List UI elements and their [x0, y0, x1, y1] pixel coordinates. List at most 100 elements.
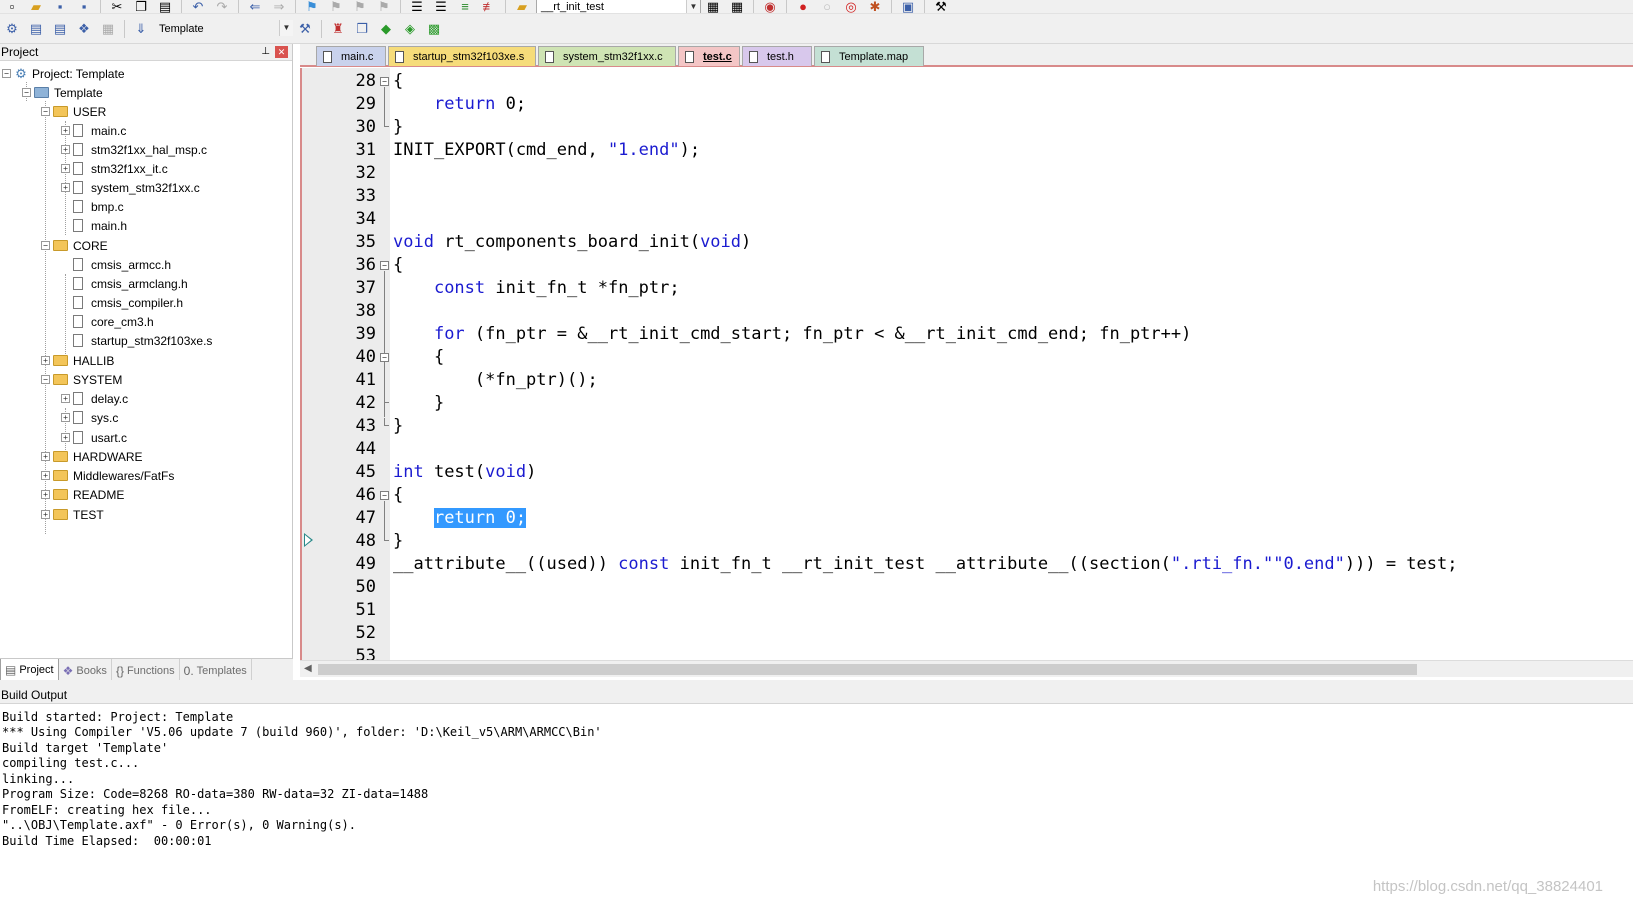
- tab-system-stm32[interactable]: system_stm32f1xx.c: [538, 46, 676, 66]
- bookmark-icon[interactable]: ⚑: [302, 0, 322, 13]
- tree-group-hallib[interactable]: + HALLIB: [41, 351, 114, 370]
- tree-file[interactable]: + delay.c: [61, 389, 128, 408]
- tab-test-h[interactable]: test.h: [742, 46, 812, 66]
- tree-group-system[interactable]: − SYSTEM: [41, 370, 122, 389]
- chevron-down-icon[interactable]: ▼: [686, 0, 700, 13]
- tree-group-core[interactable]: − CORE: [41, 236, 108, 255]
- code-editor[interactable]: 28 29 30 31 32 33 34 35 36 37 38 39 40 4…: [300, 68, 1633, 660]
- tab-books[interactable]: ❖ Books: [59, 659, 112, 682]
- comment-icon[interactable]: ≡: [455, 0, 475, 13]
- tree-file[interactable]: cmsis_armclang.h: [73, 274, 188, 293]
- build-icon[interactable]: ▤: [26, 20, 46, 38]
- pack-installer-icon[interactable]: ◈: [400, 20, 420, 38]
- collapse-icon[interactable]: −: [22, 88, 31, 97]
- incremental-find-icon[interactable]: ▦: [727, 0, 747, 13]
- expand-icon[interactable]: +: [61, 183, 70, 192]
- redo-icon[interactable]: ↷: [212, 0, 232, 13]
- fold-toggle-icon[interactable]: −: [380, 77, 389, 86]
- fold-toggle-icon[interactable]: −: [380, 353, 389, 362]
- new-file-icon[interactable]: ▫: [2, 0, 22, 13]
- expand-icon[interactable]: +: [61, 394, 70, 403]
- build-output-pane[interactable]: Build started: Project: Template *** Usi…: [0, 706, 1633, 899]
- find-icon[interactable]: ▦: [703, 0, 723, 13]
- nav-forward-icon[interactable]: ⇒: [269, 0, 289, 13]
- wrench-icon[interactable]: ⚒: [931, 0, 951, 13]
- components-icon[interactable]: ▩: [424, 20, 444, 38]
- nav-back-icon[interactable]: ⇐: [245, 0, 265, 13]
- function-combo[interactable]: __rt_init_test ▼: [536, 0, 701, 13]
- expand-icon[interactable]: +: [41, 490, 50, 499]
- collapse-icon[interactable]: −: [41, 107, 50, 116]
- expand-icon[interactable]: +: [61, 433, 70, 442]
- target-options-icon[interactable]: ⚒: [295, 20, 315, 38]
- tree-file[interactable]: cmsis_armcc.h: [73, 255, 171, 274]
- tree-file[interactable]: core_cm3.h: [73, 312, 154, 331]
- collapse-icon[interactable]: −: [41, 375, 50, 384]
- find-in-files-icon[interactable]: ▰: [512, 0, 532, 13]
- tab-functions[interactable]: {} Functions: [112, 659, 180, 682]
- configure-icon[interactable]: ✱: [865, 0, 885, 13]
- clear-bookmarks-icon[interactable]: ⚑: [374, 0, 394, 13]
- tree-file[interactable]: + system_stm32f1xx.c: [61, 178, 200, 197]
- undo-icon[interactable]: ↶: [188, 0, 208, 13]
- pin-icon[interactable]: ⊥: [261, 46, 270, 57]
- tree-file[interactable]: + stm32f1xx_hal_msp.c: [61, 140, 207, 159]
- expand-icon[interactable]: +: [41, 471, 50, 480]
- window-layout-icon[interactable]: ▣: [898, 0, 918, 13]
- tree-file[interactable]: + stm32f1xx_it.c: [61, 159, 168, 178]
- tree-file[interactable]: cmsis_compiler.h: [73, 293, 183, 312]
- tree-group-readme[interactable]: + README: [41, 485, 124, 504]
- tree-file[interactable]: + sys.c: [61, 408, 118, 427]
- next-bookmark-icon[interactable]: ⚑: [350, 0, 370, 13]
- breakpoint-margin[interactable]: [302, 68, 318, 660]
- editor-horizontal-scrollbar[interactable]: ◀: [300, 660, 1633, 677]
- select-packs-icon[interactable]: ❐: [352, 20, 372, 38]
- fold-toggle-icon[interactable]: −: [380, 261, 389, 270]
- load-icon[interactable]: ⇓: [131, 20, 151, 38]
- scrollbar-thumb[interactable]: [318, 664, 1417, 675]
- tree-file[interactable]: startup_stm32f103xe.s: [73, 331, 212, 350]
- tree-file[interactable]: + main.c: [61, 121, 126, 140]
- tree-group-hardware[interactable]: + HARDWARE: [41, 447, 143, 466]
- translate-icon[interactable]: ⚙: [2, 20, 22, 38]
- rebuild-icon[interactable]: ▤: [50, 20, 70, 38]
- expand-icon[interactable]: +: [41, 356, 50, 365]
- selected-text[interactable]: return 0;: [433, 508, 527, 528]
- tab-project[interactable]: ▤ Project: [0, 659, 59, 682]
- chevron-down-icon[interactable]: ▼: [279, 19, 293, 36]
- uncomment-icon[interactable]: ≢: [479, 0, 499, 13]
- tab-startup[interactable]: startup_stm32f103xe.s: [388, 46, 536, 66]
- scroll-left-icon[interactable]: ◀: [304, 663, 312, 674]
- paste-icon[interactable]: ▤: [155, 0, 175, 13]
- close-icon[interactable]: ✕: [275, 46, 288, 58]
- tree-file[interactable]: + usart.c: [61, 428, 127, 447]
- tree-target[interactable]: − Template: [22, 83, 103, 102]
- cut-icon[interactable]: ✂: [107, 0, 127, 13]
- fold-toggle-icon[interactable]: −: [380, 491, 389, 500]
- breakpoint-icon[interactable]: ●: [793, 0, 813, 13]
- expand-icon[interactable]: +: [61, 164, 70, 173]
- open-file-icon[interactable]: ▰: [26, 0, 46, 13]
- kill-breakpoints-icon[interactable]: ◎: [841, 0, 861, 13]
- tab-templates[interactable]: 0. Templates: [180, 659, 252, 682]
- copy-icon[interactable]: ❐: [131, 0, 151, 13]
- unindent-icon[interactable]: ☰: [431, 0, 451, 13]
- expand-icon[interactable]: +: [61, 126, 70, 135]
- prev-bookmark-icon[interactable]: ⚑: [326, 0, 346, 13]
- expand-icon[interactable]: +: [61, 413, 70, 422]
- disable-breakpoint-icon[interactable]: ○: [817, 0, 837, 13]
- expand-icon[interactable]: +: [41, 510, 50, 519]
- expand-icon[interactable]: +: [61, 145, 70, 154]
- debug-magnifier-icon[interactable]: ◉: [760, 0, 780, 13]
- target-combo[interactable]: Template ▼: [155, 19, 293, 38]
- tree-file[interactable]: main.h: [73, 216, 127, 235]
- manage-run-time-icon[interactable]: ◆: [376, 20, 396, 38]
- tree-group-test[interactable]: + TEST: [41, 505, 104, 524]
- save-all-icon[interactable]: ▪: [74, 0, 94, 13]
- stop-build-icon[interactable]: ▦: [98, 20, 118, 38]
- tree-root-project[interactable]: − ⚙ Project: Template: [2, 64, 125, 83]
- tab-main-c[interactable]: main.c: [316, 46, 386, 66]
- tab-template-map[interactable]: Template.map: [814, 46, 924, 66]
- tree-file[interactable]: bmp.c: [73, 197, 124, 216]
- batch-build-icon[interactable]: ❖: [74, 20, 94, 38]
